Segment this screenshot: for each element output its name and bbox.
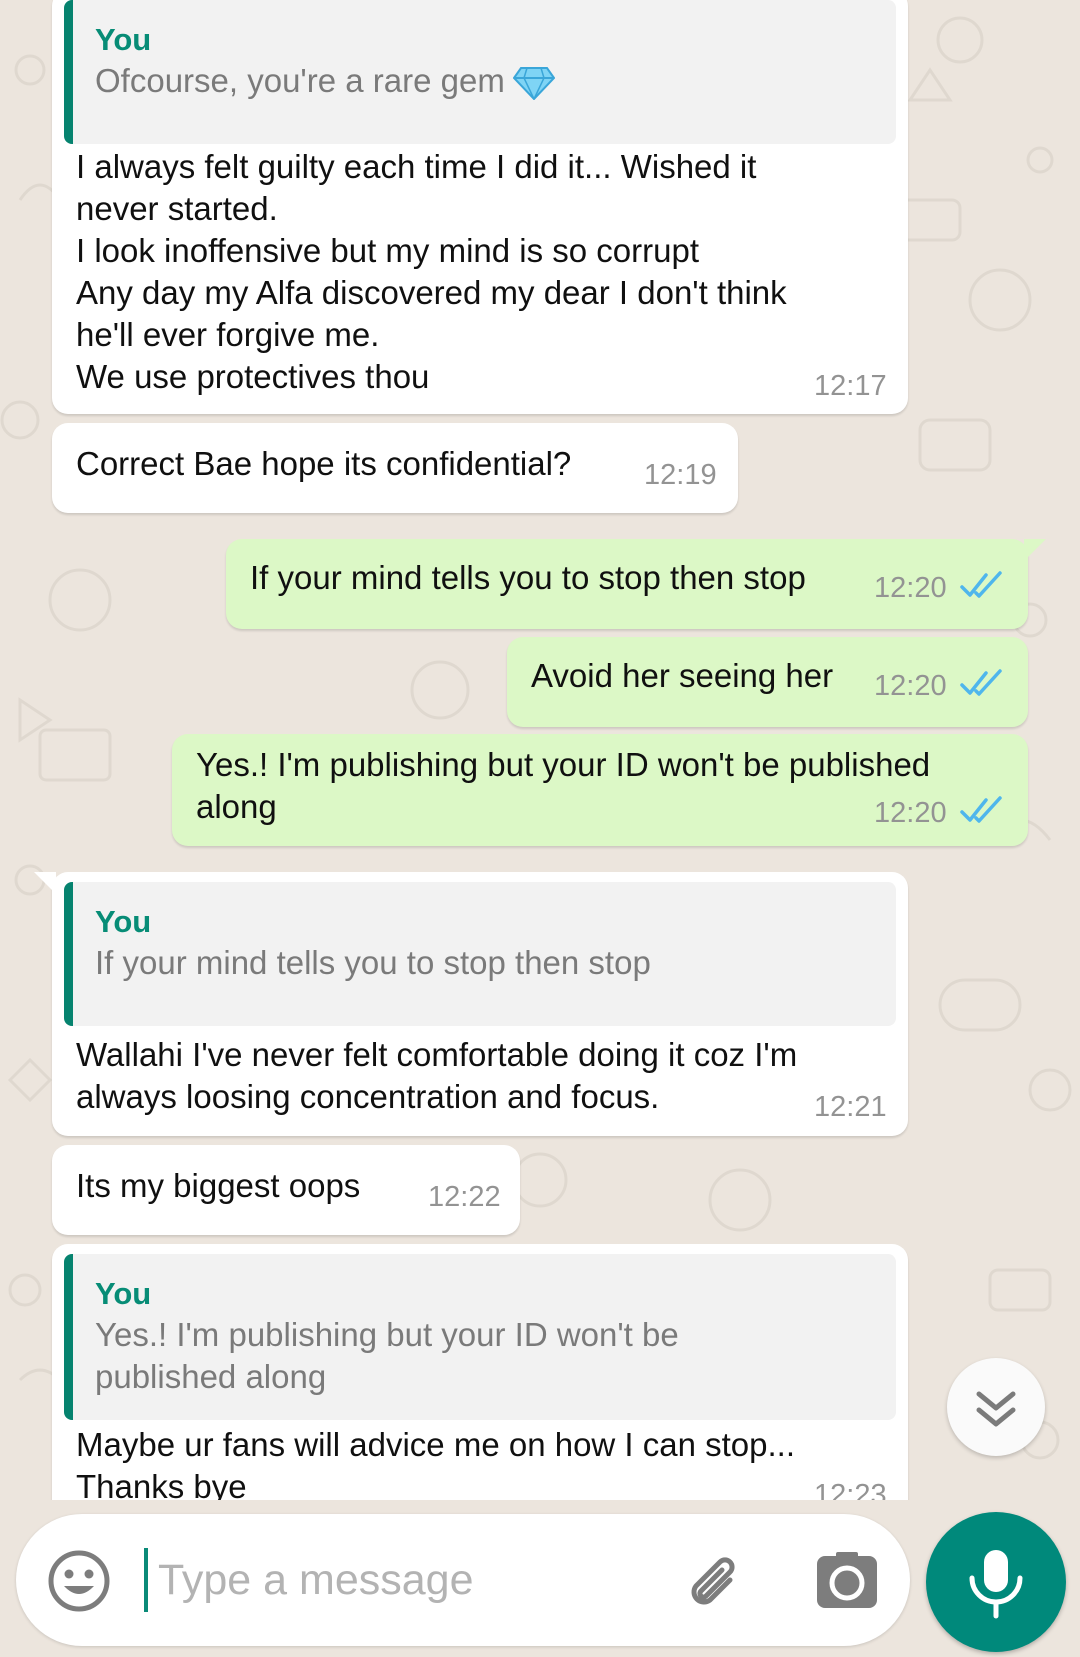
message-text: Yes.! I'm publishing but your ID won't b… (196, 746, 931, 825)
reply-quote[interactable]: You If your mind tells you to stop then … (64, 882, 896, 1026)
message-text: Avoid her seeing her (531, 657, 834, 694)
read-receipt-icon (960, 796, 1002, 823)
double-chevron-down-icon (976, 1391, 1016, 1427)
message-text: Maybe ur fans will advice me on how I ca… (76, 1426, 796, 1500)
microphone-icon (969, 1550, 1023, 1619)
quote-text: Ofcourse, you're a rare gem (95, 60, 874, 102)
quote-author: You (95, 22, 152, 57)
message-time: 12:17 (814, 370, 887, 402)
bubble-tail (34, 872, 56, 894)
message-text: If your mind tells you to stop then stop (250, 559, 806, 596)
camera-icon[interactable] (816, 1552, 878, 1610)
message-bubble[interactable]: You Ofcourse, you're a rare gem I always… (52, 0, 908, 414)
quote-author: You (95, 1276, 152, 1311)
message-bubble[interactable]: Avoid her seeing her 12:20 (507, 637, 1028, 727)
reply-quote[interactable]: You Yes.! I'm publishing but your ID won… (64, 1254, 896, 1420)
message-bubble[interactable]: You If your mind tells you to stop then … (34, 872, 908, 1136)
message-time: 12:21 (814, 1091, 887, 1123)
reply-quote[interactable]: You Ofcourse, you're a rare gem (64, 0, 896, 144)
quote-text: Yes.! I'm publishing but your ID won't b… (95, 1316, 679, 1395)
message-bubble[interactable]: You Yes.! I'm publishing but your ID won… (52, 1244, 908, 1500)
message-bubble[interactable]: If your mind tells you to stop then stop… (226, 539, 1046, 629)
message-composer (16, 1514, 910, 1646)
bubble-tail (1024, 539, 1046, 561)
message-text: Wallahi I've never felt comfortable doin… (76, 1036, 798, 1115)
scroll-to-bottom-button[interactable] (947, 1358, 1045, 1456)
message-time: 12:23 (814, 1479, 887, 1500)
message-time: 12:22 (428, 1181, 501, 1213)
message-time: 12:20 (874, 572, 947, 604)
message-time: 12:19 (644, 459, 717, 491)
emoji-icon[interactable] (46, 1548, 112, 1614)
message-text: I always felt guilty each time I did it.… (76, 148, 787, 395)
message-text: Its my biggest oops (76, 1167, 361, 1204)
message-input[interactable] (144, 1548, 678, 1612)
quote-text: If your mind tells you to stop then stop (95, 944, 651, 981)
paperclip-icon[interactable] (684, 1550, 748, 1614)
read-receipt-icon (960, 669, 1002, 696)
chat-area[interactable]: You Ofcourse, you're a rare gem I always… (0, 0, 1080, 1500)
message-time: 12:20 (874, 797, 947, 829)
message-text: Correct Bae hope its confidential? (76, 445, 572, 482)
message-bubble[interactable]: Yes.! I'm publishing but your ID won't b… (172, 734, 1028, 846)
quote-author: You (95, 904, 152, 939)
voice-message-button[interactable] (926, 1512, 1066, 1652)
message-bubble[interactable]: Correct Bae hope its confidential? 12:19 (52, 423, 738, 513)
message-bubble[interactable]: Its my biggest oops 12:22 (52, 1145, 520, 1235)
gem-icon (512, 67, 555, 101)
read-receipt-icon (960, 571, 1002, 598)
message-time: 12:20 (874, 670, 947, 702)
